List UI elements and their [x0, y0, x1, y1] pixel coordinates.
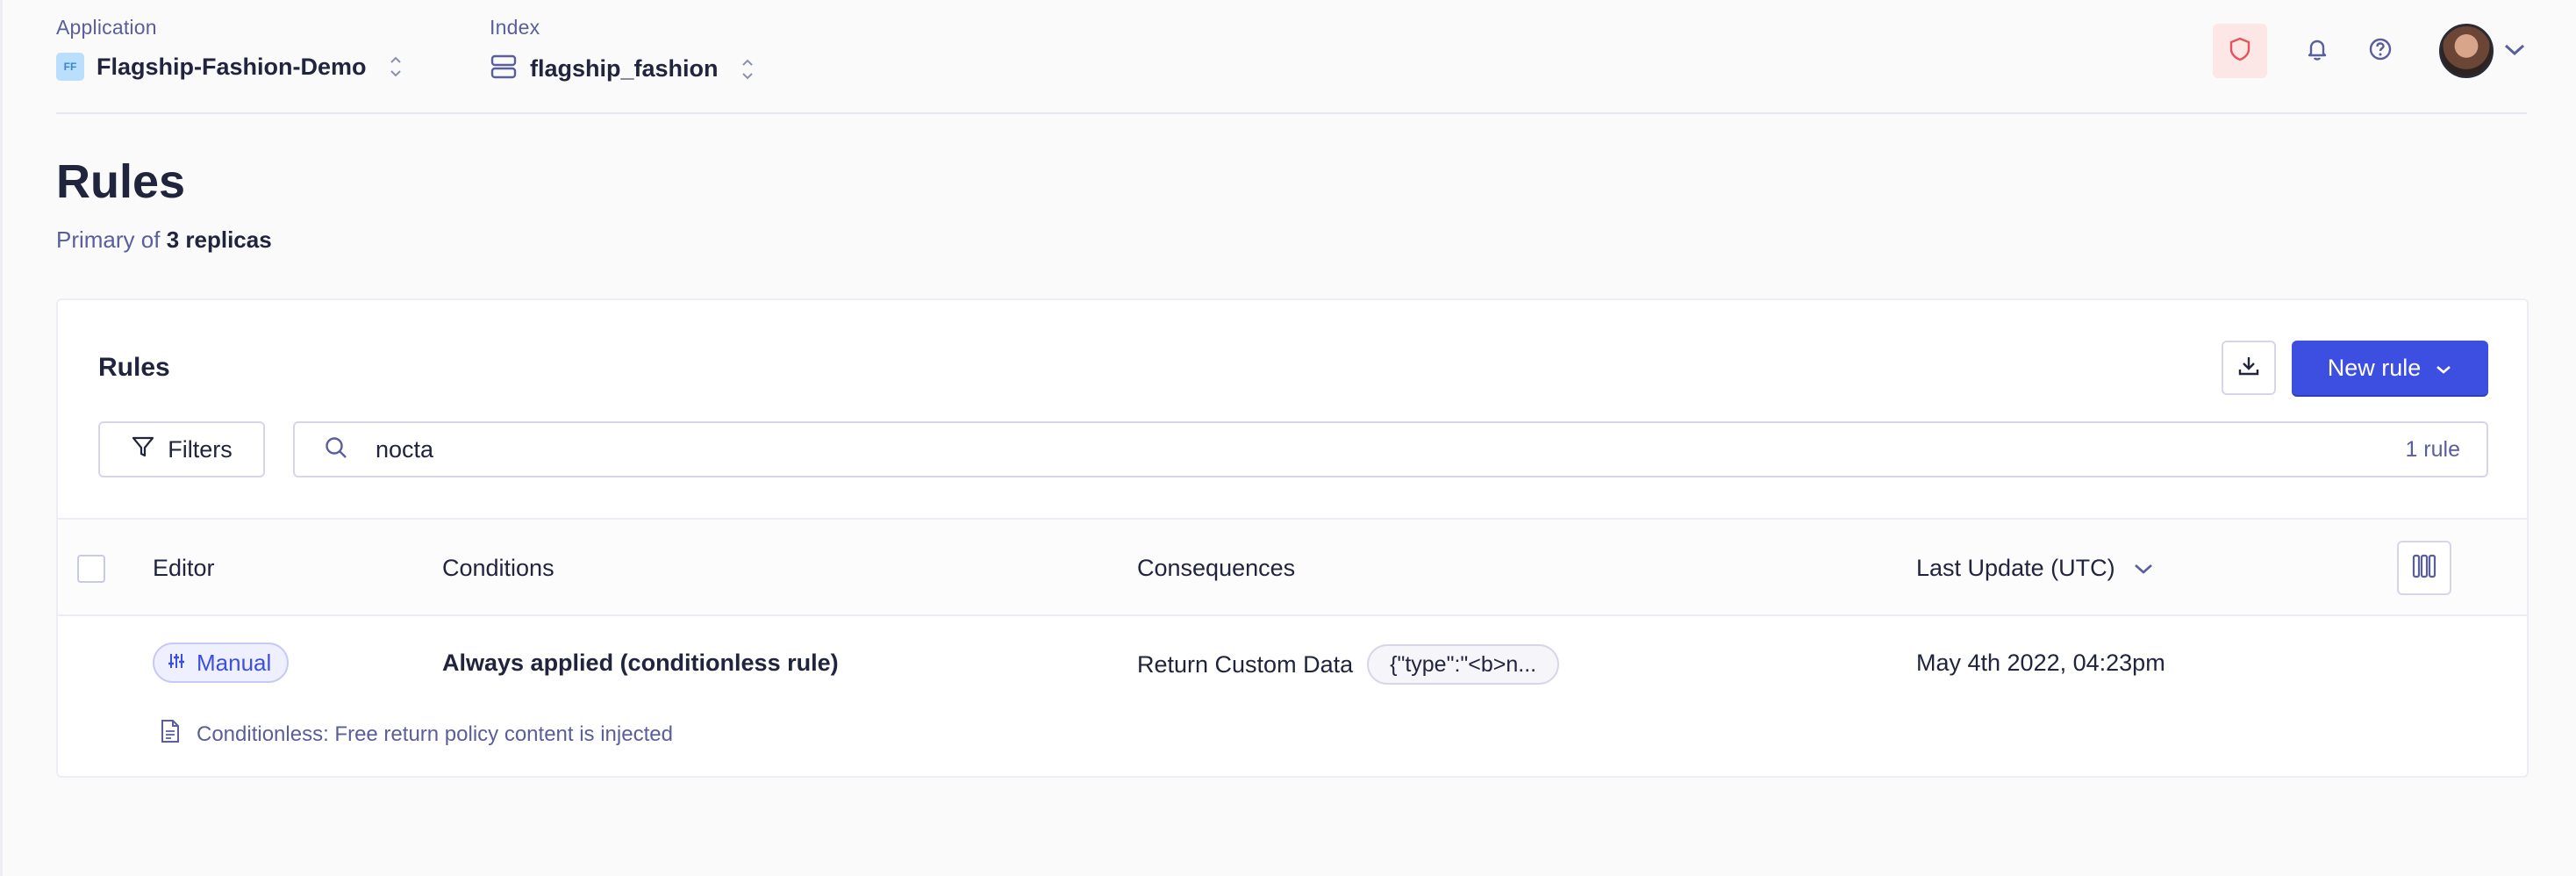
description-text: Conditionless: Free return policy conten…: [197, 722, 673, 746]
application-badge: FF: [56, 53, 84, 81]
filter-icon: [131, 434, 168, 465]
notifications-button[interactable]: [2295, 29, 2339, 73]
rule-description: Conditionless: Free return policy conten…: [160, 718, 673, 750]
page-edge: [0, 0, 3, 876]
avatar[interactable]: [2439, 24, 2494, 78]
column-conditions: Conditions: [442, 555, 555, 581]
editor-tag: Manual: [153, 643, 290, 683]
index-label: Index: [490, 16, 540, 39]
sort-chevron-down-icon: [2133, 555, 2154, 582]
new-rule-button[interactable]: New rule: [2292, 341, 2488, 395]
rules-card: Rules New rule Filters nocta 1 rule Edit…: [56, 298, 2529, 778]
columns-icon: [2411, 553, 2437, 584]
security-button[interactable]: [2213, 24, 2267, 78]
column-last-update[interactable]: Last Update (UTC): [1916, 555, 2154, 582]
columns-button[interactable]: [2397, 541, 2451, 595]
top-bar: Application FF Flagship-Fashion-Demo Ind…: [56, 0, 2527, 114]
top-right-actions: [2213, 23, 2527, 79]
table-row[interactable]: Manual Always applied (conditionless rul…: [58, 616, 2527, 778]
download-icon: [2236, 354, 2261, 383]
database-icon: [490, 53, 518, 85]
rule-consequence: Return Custom Data {"type":"<b>n...: [1137, 644, 1560, 685]
application-selector[interactable]: Application FF Flagship-Fashion-Demo: [56, 16, 401, 81]
filters-label: Filters: [168, 435, 233, 463]
new-rule-label: New rule: [2327, 354, 2422, 381]
result-count: 1 rule: [2405, 436, 2460, 462]
consequence-label: Return Custom Data: [1137, 650, 1354, 678]
filters-button[interactable]: Filters: [98, 421, 265, 477]
consequence-value: {"type":"<b>n...: [1367, 644, 1560, 685]
search-query: nocta: [376, 435, 434, 463]
replica-count: 3 replicas: [166, 226, 272, 253]
help-icon: [2367, 36, 2394, 67]
chevron-down-icon[interactable]: [2502, 40, 2527, 62]
chevron-down-icon: [2421, 355, 2452, 382]
index-name: flagship_fashion: [530, 55, 719, 82]
sliders-icon: [167, 650, 197, 677]
last-update-label: Last Update (UTC): [1916, 555, 2115, 581]
page-title: Rules: [56, 155, 186, 208]
updown-chevron-icon: [390, 54, 402, 80]
updown-chevron-icon: [741, 56, 754, 83]
table-header: Editor Conditions Consequences Last Upda…: [58, 518, 2527, 616]
bell-icon: [2304, 36, 2330, 67]
application-label: Application: [56, 16, 157, 39]
rule-last-update: May 4th 2022, 04:23pm: [1916, 650, 2165, 676]
download-button[interactable]: [2222, 341, 2276, 395]
subtitle-prefix: Primary of: [56, 226, 161, 253]
application-name: Flagship-Fashion-Demo: [97, 53, 367, 80]
page-subtitle: Primary of 3 replicas: [56, 226, 272, 254]
card-title: Rules: [98, 353, 170, 382]
select-all-checkbox[interactable]: [77, 555, 105, 583]
help-button[interactable]: [2358, 29, 2402, 73]
rule-conditions: Always applied (conditionless rule): [442, 650, 839, 676]
column-consequences: Consequences: [1137, 555, 1296, 581]
document-icon: [160, 718, 197, 750]
shield-icon: [2228, 36, 2252, 67]
search-input[interactable]: nocta 1 rule: [293, 421, 2488, 477]
editor-label: Manual: [197, 649, 272, 676]
index-selector[interactable]: Index flagship_fashion: [490, 16, 753, 82]
search-icon: [295, 434, 349, 465]
column-editor: Editor: [153, 555, 215, 581]
